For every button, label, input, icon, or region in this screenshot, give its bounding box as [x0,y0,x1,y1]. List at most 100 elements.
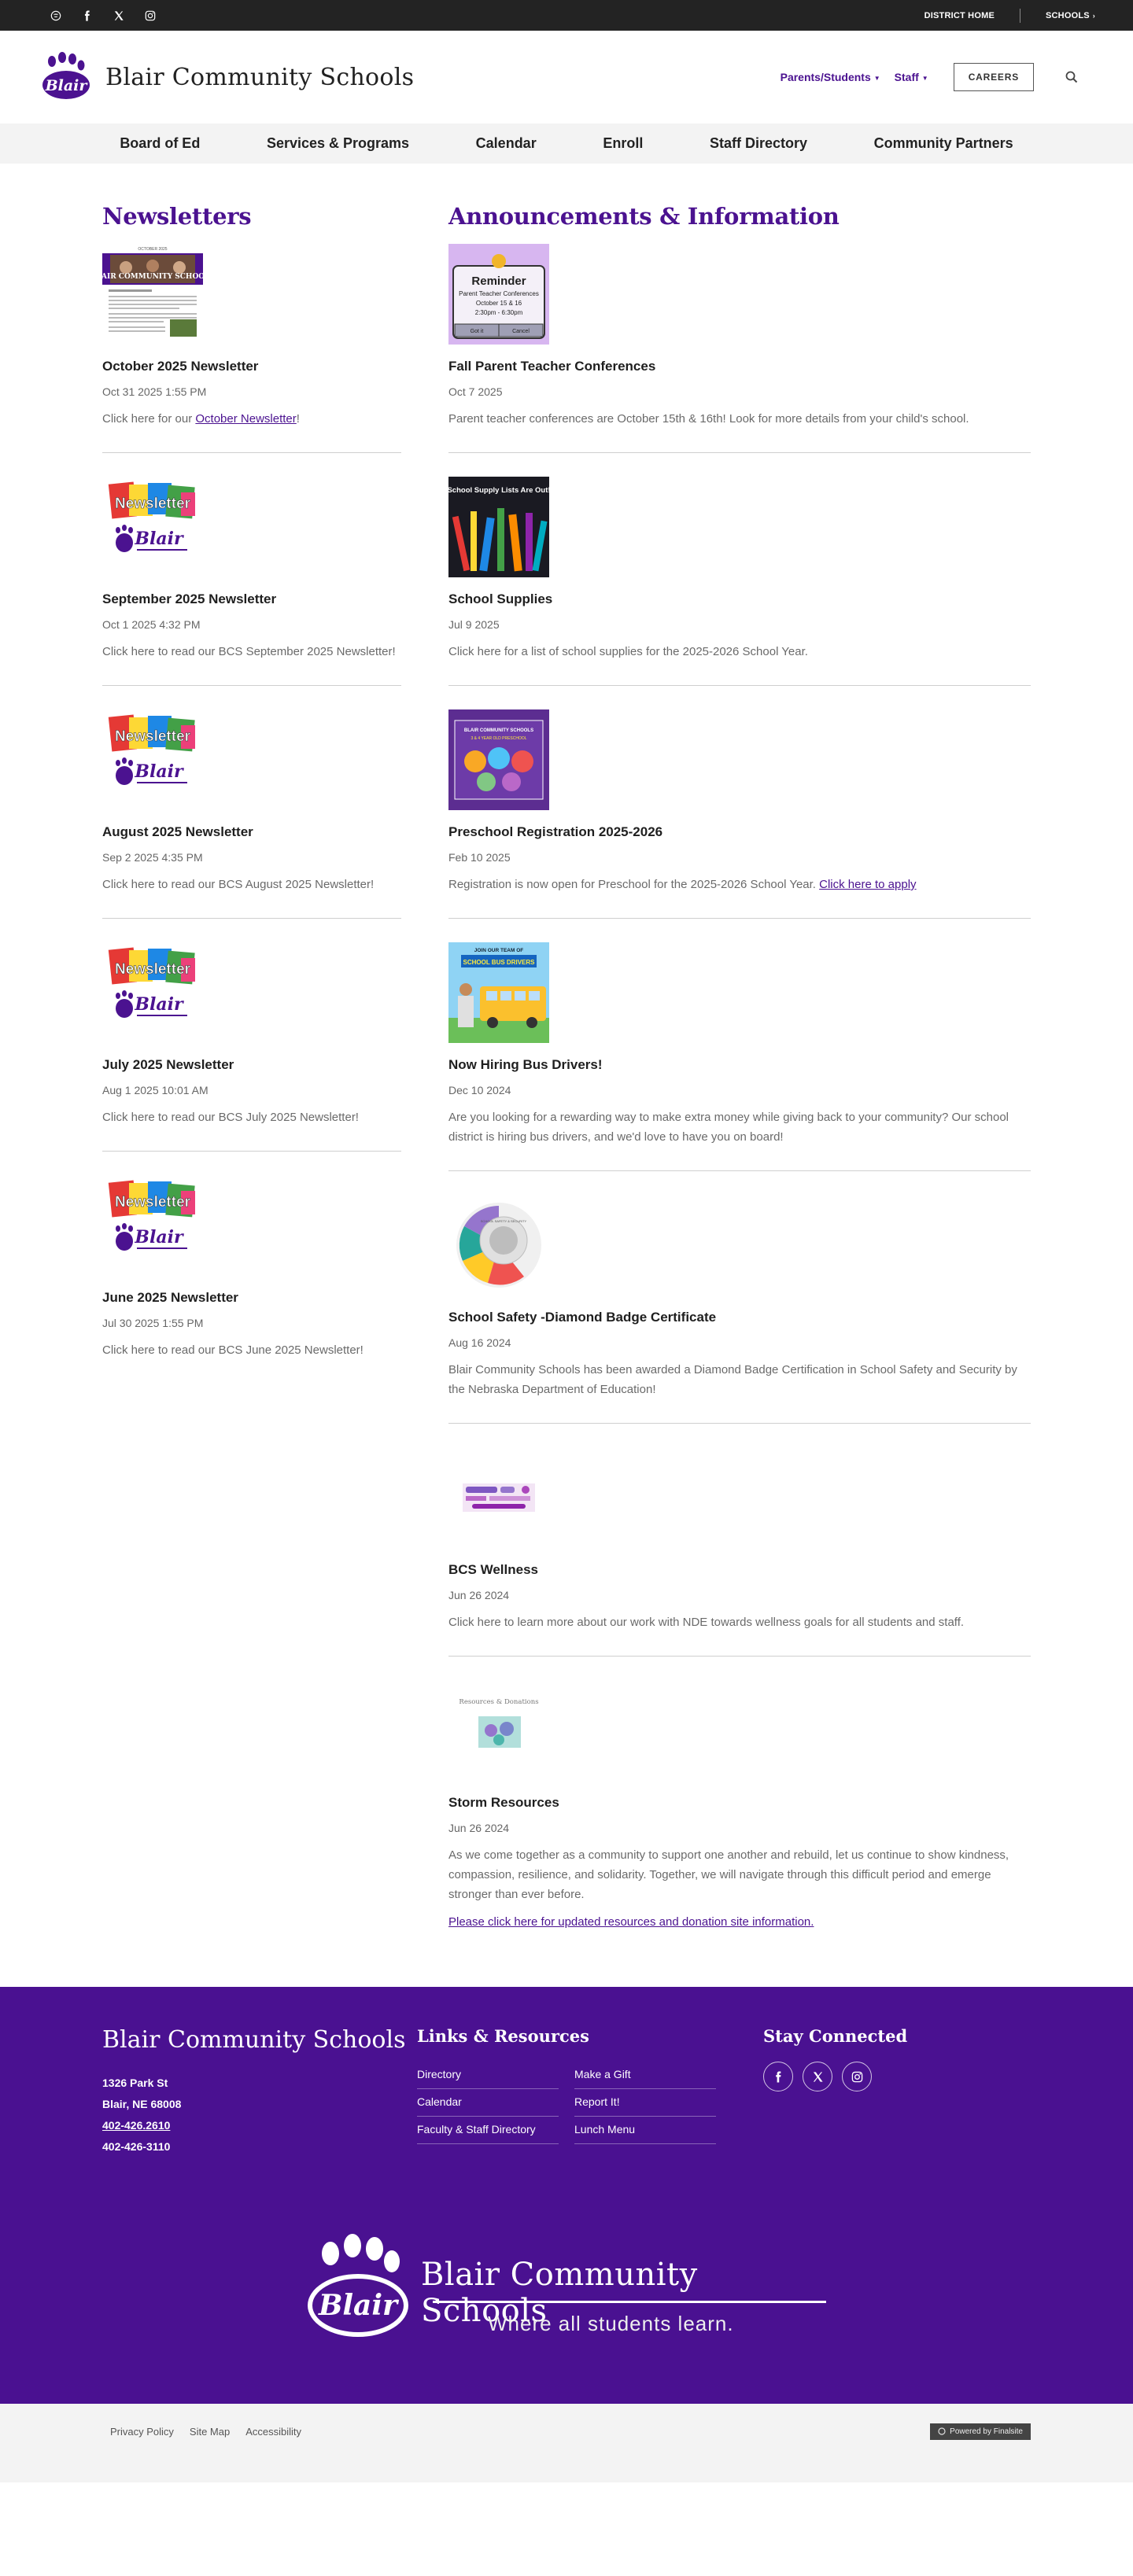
home-logo-link[interactable]: Blair Blair Community Schools [38,52,414,102]
announcement-item: BCS Wellness Jun 26 2024 Click here to l… [448,1447,1031,1657]
bus-drivers-thumbnail[interactable]: JOIN OUR TEAM OF SCHOOL BUS DRIVERS [448,942,549,1043]
instagram-icon[interactable] [145,10,156,21]
privacy-policy-link[interactable]: Privacy Policy [110,2426,174,2438]
facebook-icon [775,2070,781,2083]
x-twitter-icon[interactable] [113,10,124,21]
announcement-item: JOIN OUR TEAM OF SCHOOL BUS DRIVERS Now … [448,942,1031,1171]
announcements-column: Announcements & Information Reminder Par… [448,203,1031,1976]
phone-link[interactable]: 402-426.2610 [102,2115,417,2136]
facebook-icon[interactable] [82,9,93,21]
accessibility-link[interactable]: Accessibility [245,2426,301,2438]
site-map-link[interactable]: Site Map [190,2426,230,2438]
newsletter-item: Newsletter Blair September 2025 Newslette… [102,477,401,686]
newsletter-thumbnail[interactable]: Newsletter Blair [102,709,203,810]
announcement-title[interactable]: School Supplies [448,591,1031,607]
footer-facebook-button[interactable] [763,2062,793,2091]
footer-link-lunch-menu[interactable]: Lunch Menu [574,2117,716,2144]
chevron-down-icon: ▼ [873,74,880,82]
footer-x-button[interactable] [803,2062,832,2091]
newsletter-thumbnail[interactable]: Newsletter Blair [102,477,203,577]
announcement-title[interactable]: Fall Parent Teacher Conferences [448,359,1031,374]
footer-social: Stay Connected [763,2026,999,2158]
footer-link-grid: Directory Make a Gift Calendar Report It… [417,2062,763,2144]
search-icon[interactable] [1065,71,1078,83]
footer-brand: Blair Blair Community Schools Where all … [299,2233,834,2351]
nav-calendar[interactable]: Calendar [476,135,537,152]
wellness-thumbnail[interactable] [448,1447,549,1548]
announcement-title[interactable]: Now Hiring Bus Drivers! [448,1057,1031,1073]
newsletter-summary: Click here to read our BCS August 2025 N… [102,878,375,891]
newsletter-title[interactable]: October 2025 Newsletter [102,359,401,374]
newsletter-title[interactable]: September 2025 Newsletter [102,591,401,607]
nav-community-partners[interactable]: Community Partners [874,135,1013,152]
svg-text:BLAIR COMMUNITY SCHOOLS: BLAIR COMMUNITY SCHOOLS [464,728,533,733]
footer-address: 1326 Park St Blair, NE 68008 402-426.261… [102,2073,417,2158]
staff-label: Staff [894,71,919,83]
storm-resources-link[interactable]: Please click here for updated resources … [448,1915,814,1929]
october-newsletter-thumbnail[interactable]: OCTOBER 2025 BLAIR COMMUNITY SCHOOLS [102,244,203,345]
announcement-summary: Click here to learn more about our work … [448,1616,965,1629]
announcement-summary: Registration is now open for Preschool f… [448,875,1031,894]
careers-button[interactable]: CAREERS [953,63,1034,91]
newsletter-date: Sep 2 2025 4:35 PM [102,851,203,864]
footer-link-make-a-gift[interactable]: Make a Gift [574,2062,716,2089]
utility-right-links: DISTRICT HOME SCHOOLS › [924,8,1095,23]
newsletter-thumbnail[interactable]: Newsletter Blair [102,1175,203,1276]
fax-number: 402-426-3110 [102,2140,171,2153]
schools-dropdown[interactable]: SCHOOLS › [1046,11,1095,20]
nav-board-of-ed[interactable]: Board of Ed [120,135,200,152]
school-supplies-thumbnail[interactable]: School Supply Lists Are Out! [448,477,549,577]
stay-connected-heading: Stay Connected [763,2026,908,2046]
preschool-registration-thumbnail[interactable]: BLAIR COMMUNITY SCHOOLS 3 & 4 YEAR OLD P… [448,709,549,810]
newsletters-column: Newsletters OCTOBER 2025 BLAIR COMMUNITY… [102,203,401,1976]
newsletter-title[interactable]: July 2025 Newsletter [102,1057,401,1073]
announcement-title[interactable]: School Safety -Diamond Badge Certificate [448,1310,1031,1325]
header-nav: Parents/Students ▼ Staff ▼ CAREERS [781,63,1078,91]
nav-services-programs[interactable]: Services & Programs [267,135,409,152]
footer-link-faculty-staff-directory[interactable]: Faculty & Staff Directory [417,2117,559,2144]
newsletter-item: Newsletter Blair July 2025 Newsletter Aug… [102,942,401,1152]
instagram-icon [851,2071,862,2082]
bottom-bar: Privacy Policy Site Map Accessibility Po… [0,2404,1133,2482]
conference-reminder-thumbnail[interactable]: Reminder Parent Teacher Conferences Octo… [448,244,549,345]
staff-dropdown[interactable]: Staff ▼ [895,71,928,83]
footer-link-calendar[interactable]: Calendar [417,2089,559,2117]
newsletter-summary: Click here to read our BCS June 2025 New… [102,1343,364,1357]
safety-badge-thumbnail[interactable]: SCHOOL SAFETY & SECURITY [448,1195,549,1295]
announcement-item: Reminder Parent Teacher Conferences Octo… [448,244,1031,453]
powered-by-text: Powered by Finalsite [950,2427,1023,2436]
footer-tagline: Where all students learn. [488,2312,734,2335]
svg-text:3 & 4 YEAR OLD PRESCHOOL: 3 & 4 YEAR OLD PRESCHOOL [471,736,526,741]
nav-staff-directory[interactable]: Staff Directory [710,135,807,152]
site-name: Blair Community Schools [105,63,415,91]
announcement-title[interactable]: Preschool Registration 2025-2026 [448,824,1031,840]
announcement-date: Jun 26 2024 [448,1589,510,1601]
svg-text:Parent Teacher Conferences: Parent Teacher Conferences [459,290,539,297]
apply-link[interactable]: Click here to apply [819,878,916,891]
announcement-title[interactable]: Storm Resources [448,1795,1031,1811]
storm-resources-thumbnail[interactable]: Resources & Donations [448,1680,549,1781]
announcement-summary: Click here for a list of school supplies… [448,645,808,658]
parents-students-dropdown[interactable]: Parents/Students ▼ [781,71,880,83]
footer-link-report-it[interactable]: Report It! [574,2089,716,2117]
translate-icon[interactable] [50,10,61,21]
nav-enroll[interactable]: Enroll [603,135,643,152]
announcement-title[interactable]: BCS Wellness [448,1562,1031,1578]
newsletter-thumbnail[interactable]: Newsletter Blair [102,942,203,1043]
newsletter-title[interactable]: August 2025 Newsletter [102,824,401,840]
footer-social-icons [763,2062,999,2091]
powered-by-badge[interactable]: Powered by Finalsite [930,2423,1031,2440]
newsletter-title[interactable]: June 2025 Newsletter [102,1290,401,1306]
footer-link-directory[interactable]: Directory [417,2062,559,2089]
announcement-item: SCHOOL SAFETY & SECURITY School Safety -… [448,1195,1031,1424]
svg-text:Blair: Blair [134,529,184,549]
announcement-date: Jun 26 2024 [448,1822,510,1834]
newsletter-date: Oct 1 2025 4:32 PM [102,618,201,631]
district-home-link[interactable]: DISTRICT HOME [924,11,995,20]
address-line: 1326 Park St [102,2077,168,2089]
newsletters-heading: Newsletters [102,203,252,230]
svg-text:Newsletter: Newsletter [115,1194,191,1211]
newsletter-date: Jul 30 2025 1:55 PM [102,1317,204,1329]
october-newsletter-link[interactable]: October Newsletter [195,412,296,426]
footer-instagram-button[interactable] [842,2062,872,2091]
